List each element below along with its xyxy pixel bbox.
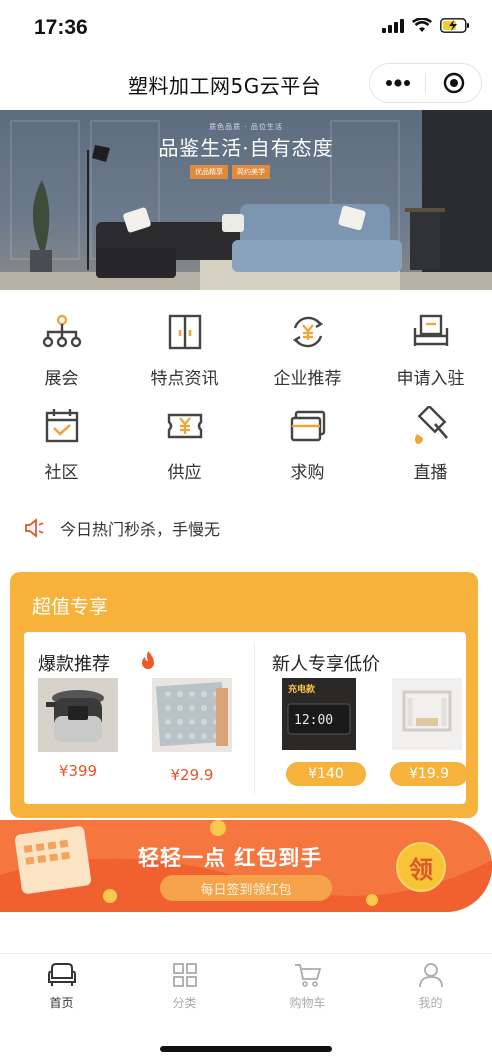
calendar-check-icon: [42, 406, 82, 446]
tab-category[interactable]: 分类: [123, 962, 246, 1011]
signal-icon: [382, 18, 404, 33]
hero-banner[interactable]: 质色品质 · 品位生活 品鉴生活·自有态度 优品精享 简约美学: [0, 110, 492, 290]
red-packet-banner[interactable]: 轻轻一点 红包到手 每日签到领红包 领: [0, 820, 492, 912]
menu-item-apply[interactable]: 申请入驻: [369, 312, 492, 402]
status-bar: 17:36: [0, 0, 492, 58]
page-title: 塑料加工网5G云平台: [128, 74, 322, 98]
menu-item-purchase[interactable]: 求购: [246, 406, 369, 496]
column-divider: [254, 642, 255, 794]
menu-label: 求购: [290, 463, 325, 483]
product-image-caption: 充电款: [288, 685, 316, 695]
new-user-deals-title: 新人专享低价: [272, 654, 380, 675]
menu-item-enterprise[interactable]: 企业推荐: [246, 312, 369, 402]
product-image-foam-mats[interactable]: [152, 678, 232, 752]
target-circle-icon: [443, 72, 464, 94]
tab-home[interactable]: 首页: [0, 962, 123, 1011]
network-icon: [42, 312, 82, 352]
menu-label: 特点资讯: [150, 369, 219, 389]
cards-icon: [288, 406, 328, 446]
notice-bar[interactable]: 今日热门秒杀，手慢无: [24, 512, 220, 544]
menu-label: 展会: [44, 369, 79, 389]
menu-item-live[interactable]: 直播: [369, 406, 492, 496]
speaker-icon: [25, 518, 44, 538]
product-image-white-hanger[interactable]: [392, 678, 462, 750]
status-time: 17:36: [34, 16, 88, 39]
menu-label: 企业推荐: [273, 369, 342, 389]
tab-cart[interactable]: 购物车: [246, 962, 369, 1011]
status-icons: [382, 18, 470, 33]
menu-label: 申请入驻: [396, 369, 465, 389]
product-image-pressure-cooker[interactable]: [38, 678, 118, 752]
gavel-icon: [411, 406, 451, 446]
banner-tag: 优品精享: [190, 165, 228, 179]
wifi-icon: [412, 18, 432, 32]
svg-text:12:00: 12:00: [294, 713, 333, 728]
red-packet-title: 轻轻一点 红包到手: [138, 846, 323, 870]
yen-ticket-icon: [165, 406, 205, 446]
tab-label: 分类: [172, 996, 197, 1010]
more-dots-icon: [385, 79, 410, 87]
tab-label: 我的: [418, 996, 443, 1010]
menu-item-news[interactable]: 特点资讯: [123, 312, 246, 402]
miniprogram-capsule: [369, 63, 482, 103]
close-miniprogram-button[interactable]: [426, 64, 481, 102]
product-price: ¥29.9: [170, 766, 214, 784]
yen-refresh-icon: [288, 312, 328, 352]
super-deal-card: 超值专享 爆款推荐 ¥399 ¥29.9 新人专享低价 12:00 充电款 ¥1…: [10, 572, 478, 818]
menu-item-supply[interactable]: 供应: [123, 406, 246, 496]
daily-checkin-button[interactable]: 每日签到领红包: [160, 875, 332, 901]
cart-icon: [294, 964, 321, 987]
product-price-pill[interactable]: ¥140: [286, 762, 366, 786]
super-deal-title: 超值专享: [32, 596, 109, 618]
nav-bar: 塑料加工网5G云平台: [0, 58, 492, 110]
product-price: ¥399: [58, 762, 98, 780]
menu-label: 社区: [44, 463, 79, 483]
tab-profile[interactable]: 我的: [369, 962, 492, 1011]
menu-label: 供应: [167, 463, 202, 483]
battery-charging-icon: [440, 18, 469, 33]
super-deal-panel: 爆款推荐 ¥399 ¥29.9 新人专享低价 12:00 充电款 ¥140 ¥1…: [24, 632, 468, 804]
product-price-pill[interactable]: ¥19.9: [390, 762, 468, 786]
user-icon: [418, 963, 443, 988]
notice-text: 今日热门秒杀，手慢无: [60, 520, 221, 539]
menu-item-community[interactable]: 社区: [0, 406, 123, 496]
product-image-led-clock[interactable]: 12:00 充电款: [282, 678, 356, 750]
banner-tags: 优品精享 简约美学: [190, 165, 270, 179]
menu-item-expo[interactable]: 展会: [0, 312, 123, 402]
banner-tag: 简约美学: [232, 165, 270, 179]
grid-icon: [172, 963, 197, 987]
banner-small-text: 质色品质 · 品位生活: [209, 123, 283, 131]
armchair-icon: [411, 312, 451, 352]
menu-label: 直播: [413, 463, 448, 483]
more-button[interactable]: [370, 64, 425, 102]
home-indicator: [160, 1046, 332, 1052]
tab-label: 首页: [49, 996, 74, 1010]
tab-label: 购物车: [289, 996, 326, 1010]
hot-products-title: 爆款推荐: [38, 654, 110, 675]
fire-icon: [142, 651, 154, 669]
cabinet-icon: [165, 312, 205, 352]
banner-heading: 品鉴生活·自有态度: [158, 136, 334, 160]
claim-badge[interactable]: 领: [396, 842, 446, 892]
sofa-icon: [47, 963, 76, 986]
